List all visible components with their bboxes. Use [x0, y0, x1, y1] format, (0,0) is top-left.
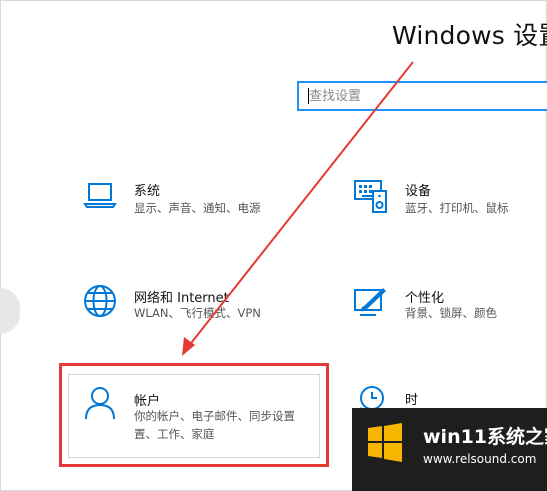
paint-icon	[354, 288, 386, 316]
tile-personalization[interactable]: 个性化 背景、锁屏、颜色	[354, 284, 534, 334]
globe-icon	[84, 285, 116, 317]
search-box[interactable]	[297, 81, 547, 111]
tile-system[interactable]: 系统 显示、声音、通知、电源	[83, 178, 283, 228]
tile-accounts[interactable]: 帐户 你的帐户、电子邮件、同步设置 置、工作、家庭	[83, 385, 313, 445]
laptop-icon	[83, 183, 117, 208]
text-cursor	[308, 88, 309, 104]
tile-desc: 蓝牙、打印机、鼠标	[405, 201, 509, 215]
tile-desc: 置、工作、家庭	[134, 427, 215, 441]
search-input[interactable]	[299, 83, 547, 109]
tile-desc: 显示、声音、通知、电源	[134, 201, 261, 215]
window-title: Windows 设置	[392, 21, 547, 50]
tile-devices[interactable]: 设备 蓝牙、打印机、鼠标	[354, 178, 534, 228]
tile-desc: 背景、锁屏、颜色	[405, 306, 497, 320]
person-icon	[85, 387, 115, 420]
watermark-url: www.relsound.com	[423, 452, 537, 466]
tile-title: 设备	[405, 184, 432, 199]
tile-title: 时	[405, 393, 419, 408]
keyboard-speaker-icon	[354, 180, 387, 213]
tile-desc: WLAN、飞行模式、VPN	[134, 306, 261, 320]
tile-title: 系统	[134, 184, 161, 199]
windows-logo-icon	[368, 423, 402, 462]
tile-network[interactable]: 网络和 Internet WLAN、飞行模式、VPN	[83, 284, 283, 334]
tile-desc: 你的帐户、电子邮件、同步设置	[134, 409, 295, 423]
watermark-brand: win11系统之家	[423, 426, 547, 448]
